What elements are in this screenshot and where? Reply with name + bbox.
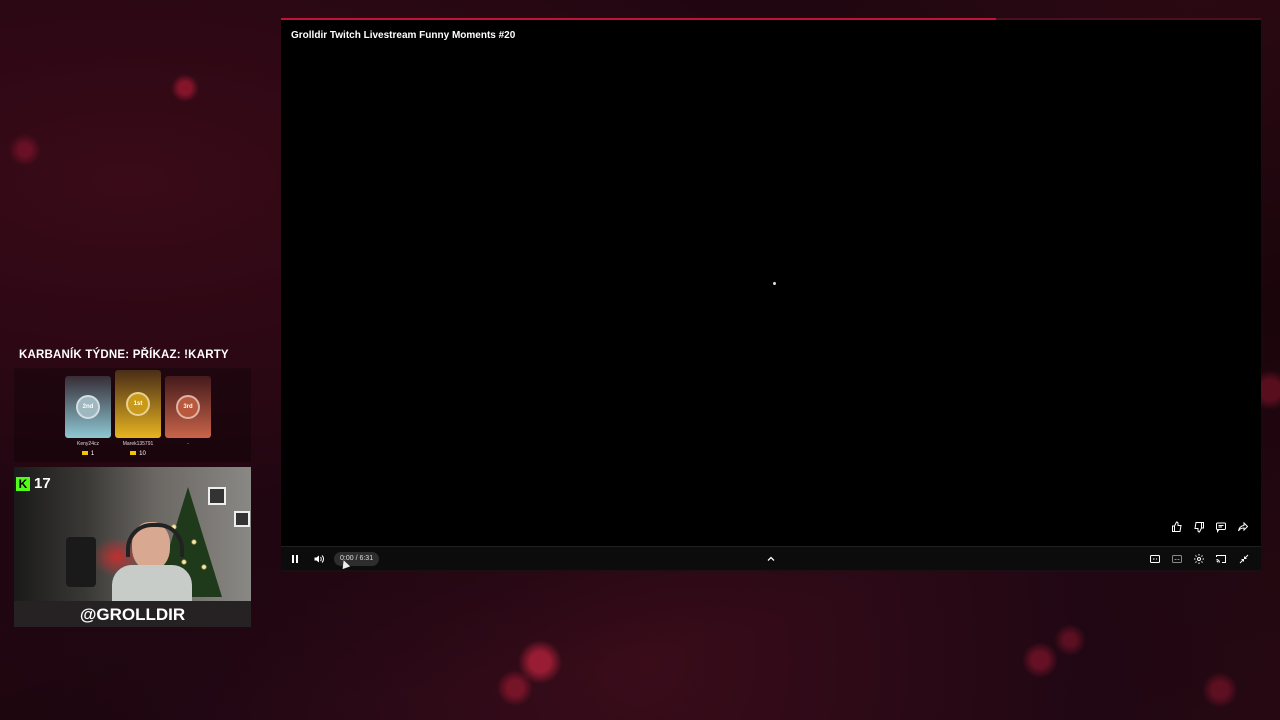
first-place-card: 1st [115, 370, 161, 438]
kick-logo-icon: K [16, 476, 30, 491]
microphone [66, 537, 96, 587]
hd-quality-icon[interactable] [1146, 550, 1164, 568]
streamer-handle: @GROLLDIR [14, 601, 251, 627]
second-place-name: Keny24cz [77, 441, 99, 447]
chevron-up-icon[interactable] [762, 550, 780, 568]
leaderboard-title: KARBANÍK TÝDNE: PŘÍKAZ: !KARTY [19, 349, 229, 361]
exit-fullscreen-icon[interactable] [1235, 550, 1253, 568]
second-place-badge: 2nd [76, 395, 100, 419]
subtitles-icon[interactable] [1168, 550, 1186, 568]
streamer-body [112, 565, 192, 601]
video-actions [1169, 519, 1251, 535]
video-player[interactable]: Grolldir Twitch Livestream Funny Moments… [281, 18, 1261, 572]
first-place-badge: 1st [126, 392, 150, 416]
second-place-coins: 1 [63, 451, 113, 457]
third-place-badge: 3rd [176, 395, 200, 419]
like-icon[interactable] [1169, 519, 1185, 535]
top-progress-track [996, 18, 1261, 20]
webcam-feed: K 17 [14, 467, 251, 601]
third-place-name: - [187, 441, 189, 447]
control-bar: 0:00 / 6:31 [281, 546, 1261, 572]
video-title: Grolldir Twitch Livestream Funny Moments… [291, 30, 516, 41]
third-place-card: 3rd [165, 376, 211, 438]
share-icon[interactable] [1235, 519, 1251, 535]
top-progress-fill [281, 18, 996, 20]
coin-icon [81, 451, 88, 456]
volume-icon[interactable] [310, 550, 328, 568]
dislike-icon[interactable] [1191, 519, 1207, 535]
first-place-coins: 10 [113, 451, 163, 457]
first-place-name: Marek135791 [122, 441, 154, 447]
leaderboard-podium: 2nd 1st 3rd Keny24cz Marek135791 - 1 10 [14, 368, 251, 462]
loading-indicator [773, 282, 776, 285]
second-place-card: 2nd [65, 376, 111, 438]
comment-icon[interactable] [1213, 519, 1229, 535]
cast-icon[interactable] [1212, 550, 1230, 568]
wall-picture [234, 511, 250, 527]
viewer-counter: K 17 [16, 475, 51, 492]
pause-icon[interactable] [286, 550, 304, 568]
coin-icon [130, 451, 137, 456]
viewer-count: 17 [34, 475, 51, 492]
wall-picture [208, 487, 226, 505]
settings-icon[interactable] [1190, 550, 1208, 568]
